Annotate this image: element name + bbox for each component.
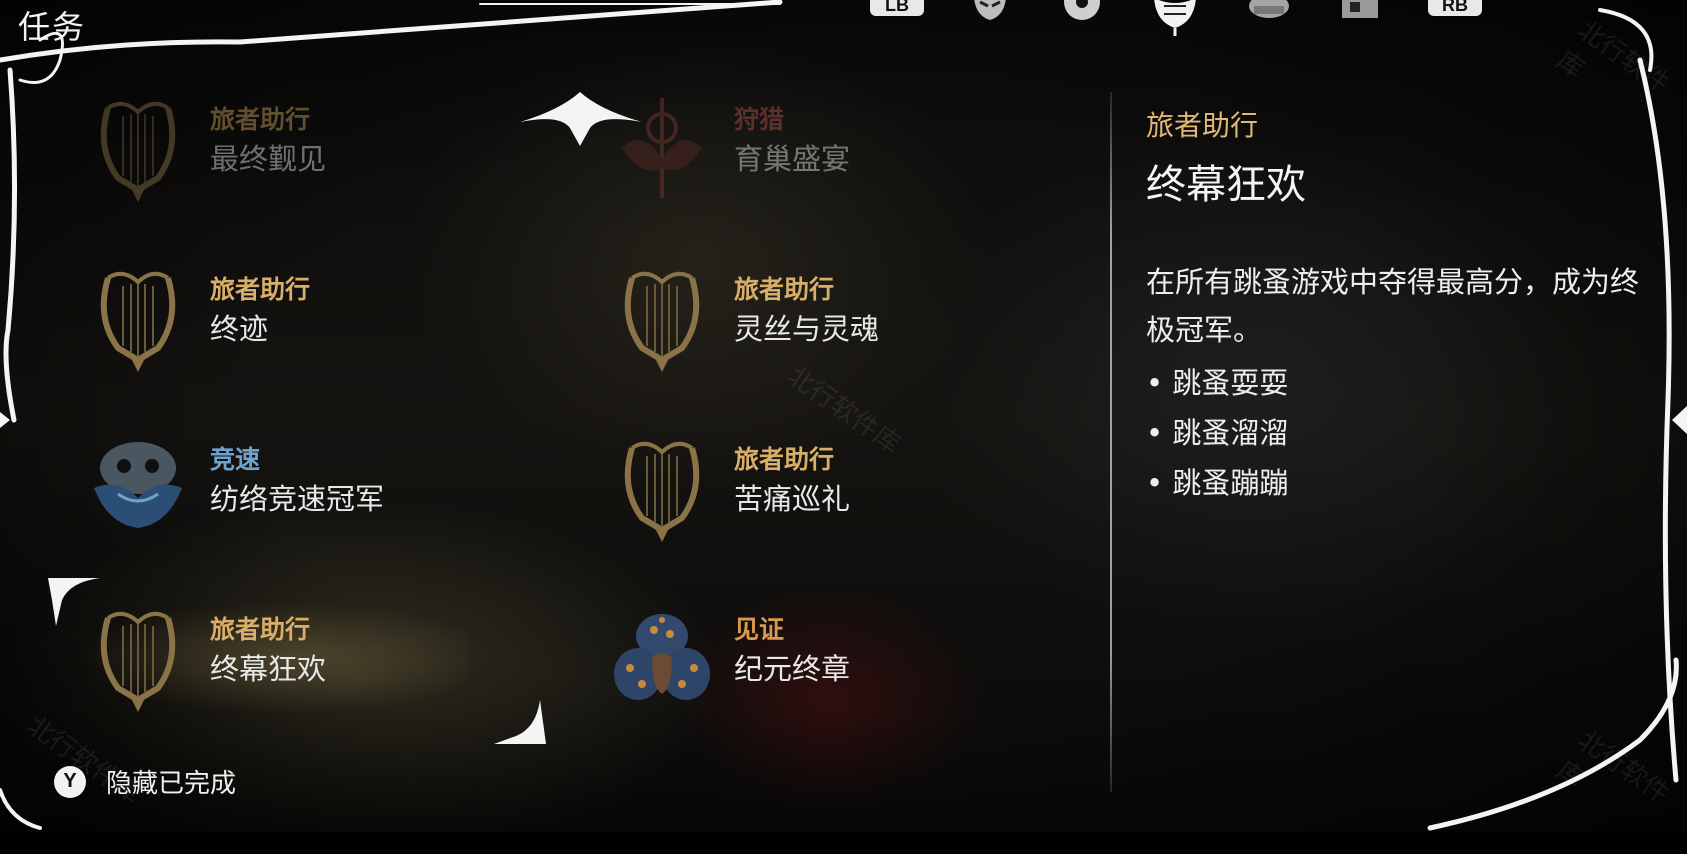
quest-category: 旅者助行 bbox=[210, 105, 311, 134]
quest-category: 竞速 bbox=[210, 445, 261, 474]
requirement-item: • 跳蚤溜溜 bbox=[1146, 416, 1289, 450]
quest-name: 终幕狂欢 bbox=[210, 652, 327, 686]
quest-item[interactable]: 竞速 纺络竞速冠军 bbox=[88, 428, 468, 548]
detail-divider bbox=[1110, 92, 1112, 792]
quest-category: 旅者助行 bbox=[210, 275, 311, 304]
quest-category: 旅者助行 bbox=[734, 445, 835, 474]
racer-mask-icon bbox=[88, 428, 188, 548]
quest-name: 灵丝与灵魂 bbox=[734, 312, 880, 346]
quest-name: 终迹 bbox=[210, 312, 269, 346]
pin-tab-icon[interactable] bbox=[1060, 0, 1104, 26]
quest-name: 苦痛巡礼 bbox=[734, 482, 851, 516]
quest-item[interactable]: 狩猎 育巢盛宴 bbox=[612, 88, 992, 208]
lb-button[interactable]: LB bbox=[870, 0, 924, 16]
quest-category: 狩猎 bbox=[734, 105, 785, 134]
lyre-icon bbox=[88, 598, 188, 718]
cauldron-tab-icon[interactable] bbox=[1246, 0, 1292, 24]
lyre-icon bbox=[612, 258, 712, 378]
detail-requirements: • 跳蚤耍耍 • 跳蚤溜溜 • 跳蚤蹦蹦 bbox=[1146, 358, 1288, 508]
requirement-item: • 跳蚤蹦蹦 bbox=[1146, 466, 1289, 500]
rb-button[interactable]: RB bbox=[1428, 0, 1482, 16]
quest-name: 育巢盛宴 bbox=[734, 142, 851, 176]
quest-category: 旅者助行 bbox=[210, 615, 311, 644]
frame-bottom-left bbox=[0, 788, 42, 830]
cursor-bottom-right-bracket bbox=[494, 700, 546, 744]
tab-bar: LB RB bbox=[0, 0, 1687, 40]
requirement-item: • 跳蚤耍耍 bbox=[1146, 366, 1289, 400]
quest-name: 纺络竞速冠军 bbox=[210, 482, 385, 516]
detail-category: 旅者助行 bbox=[1146, 109, 1259, 142]
quest-item[interactable]: 旅者助行 苦痛巡礼 bbox=[612, 428, 992, 548]
quest-tab-icon[interactable] bbox=[1150, 0, 1200, 38]
quest-item[interactable]: 旅者助行 终幕狂欢 bbox=[88, 598, 468, 718]
frame-left-diamond bbox=[0, 412, 10, 428]
detail-title: 终幕狂欢 bbox=[1146, 162, 1306, 208]
detail-description: 在所有跳蚤游戏中夺得最高分，成为终极冠军。 bbox=[1146, 265, 1640, 347]
mask-tab-icon[interactable] bbox=[970, 0, 1010, 22]
witness-spore-icon bbox=[612, 598, 712, 718]
map-tab-icon[interactable] bbox=[1338, 0, 1382, 24]
quest-item[interactable]: 见证 纪元终章 bbox=[612, 598, 992, 718]
lyre-icon bbox=[88, 258, 188, 378]
quest-category: 见证 bbox=[734, 615, 785, 644]
lyre-icon bbox=[612, 428, 712, 548]
hunt-crest-icon bbox=[612, 88, 712, 208]
frame-right-vine bbox=[1637, 57, 1679, 783]
quest-item[interactable]: 旅者助行 终迹 bbox=[88, 258, 468, 378]
quest-name: 最终觐见 bbox=[210, 142, 327, 176]
quest-item[interactable]: 旅者助行 最终觐见 bbox=[88, 88, 468, 208]
frame-left-vine bbox=[3, 67, 18, 423]
frame-right-diamond bbox=[1672, 406, 1687, 434]
quest-category: 旅者助行 bbox=[734, 275, 835, 304]
quest-name: 纪元终章 bbox=[734, 652, 851, 686]
lyre-icon bbox=[88, 88, 188, 208]
